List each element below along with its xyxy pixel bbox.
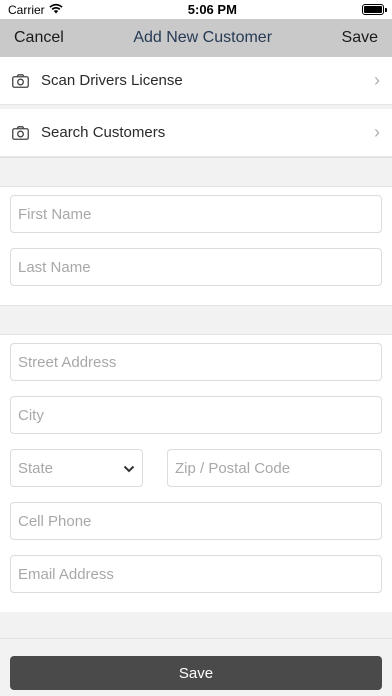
email-address-field[interactable]: Email Address (10, 555, 382, 593)
cell-phone-field[interactable]: Cell Phone (10, 502, 382, 540)
save-nav-button[interactable]: Save (342, 29, 378, 47)
search-customers-row[interactable]: Search Customers › (0, 109, 392, 157)
save-button[interactable]: Save (10, 656, 382, 690)
camera-icon (12, 124, 30, 142)
section-gap (0, 305, 392, 335)
status-bar: Carrier 5:06 PM (0, 0, 392, 19)
section-gap (0, 157, 392, 187)
status-time: 5:06 PM (187, 2, 237, 17)
nav-bar: Cancel Add New Customer Save (0, 19, 392, 57)
search-customers-label: Search Customers (41, 124, 166, 141)
state-zip-row: State Zip / Postal Code (10, 449, 382, 502)
status-left: Carrier (8, 3, 63, 17)
page-title: Add New Customer (133, 29, 273, 46)
cancel-button[interactable]: Cancel (14, 29, 64, 47)
street-address-field[interactable]: Street Address (10, 343, 382, 381)
scan-drivers-license-label: Scan Drivers License (41, 72, 183, 89)
city-field[interactable]: City (10, 396, 382, 434)
carrier-label: Carrier (8, 2, 45, 17)
address-section: Street Address City State Zip / Postal C… (0, 335, 392, 612)
first-name-field[interactable]: First Name (10, 195, 382, 233)
name-section: First Name Last Name (0, 187, 392, 305)
state-placeholder: State (18, 459, 54, 477)
chevron-right-icon: › (374, 70, 380, 90)
battery-icon (362, 4, 387, 15)
state-select[interactable]: State (10, 449, 143, 487)
scan-drivers-license-row[interactable]: Scan Drivers License › (0, 57, 392, 105)
camera-icon (12, 72, 30, 90)
chevron-right-icon: › (374, 122, 380, 142)
wifi-icon (49, 3, 63, 17)
zip-code-field[interactable]: Zip / Postal Code (167, 449, 382, 487)
chevron-down-icon (123, 460, 135, 477)
last-name-field[interactable]: Last Name (10, 248, 382, 286)
